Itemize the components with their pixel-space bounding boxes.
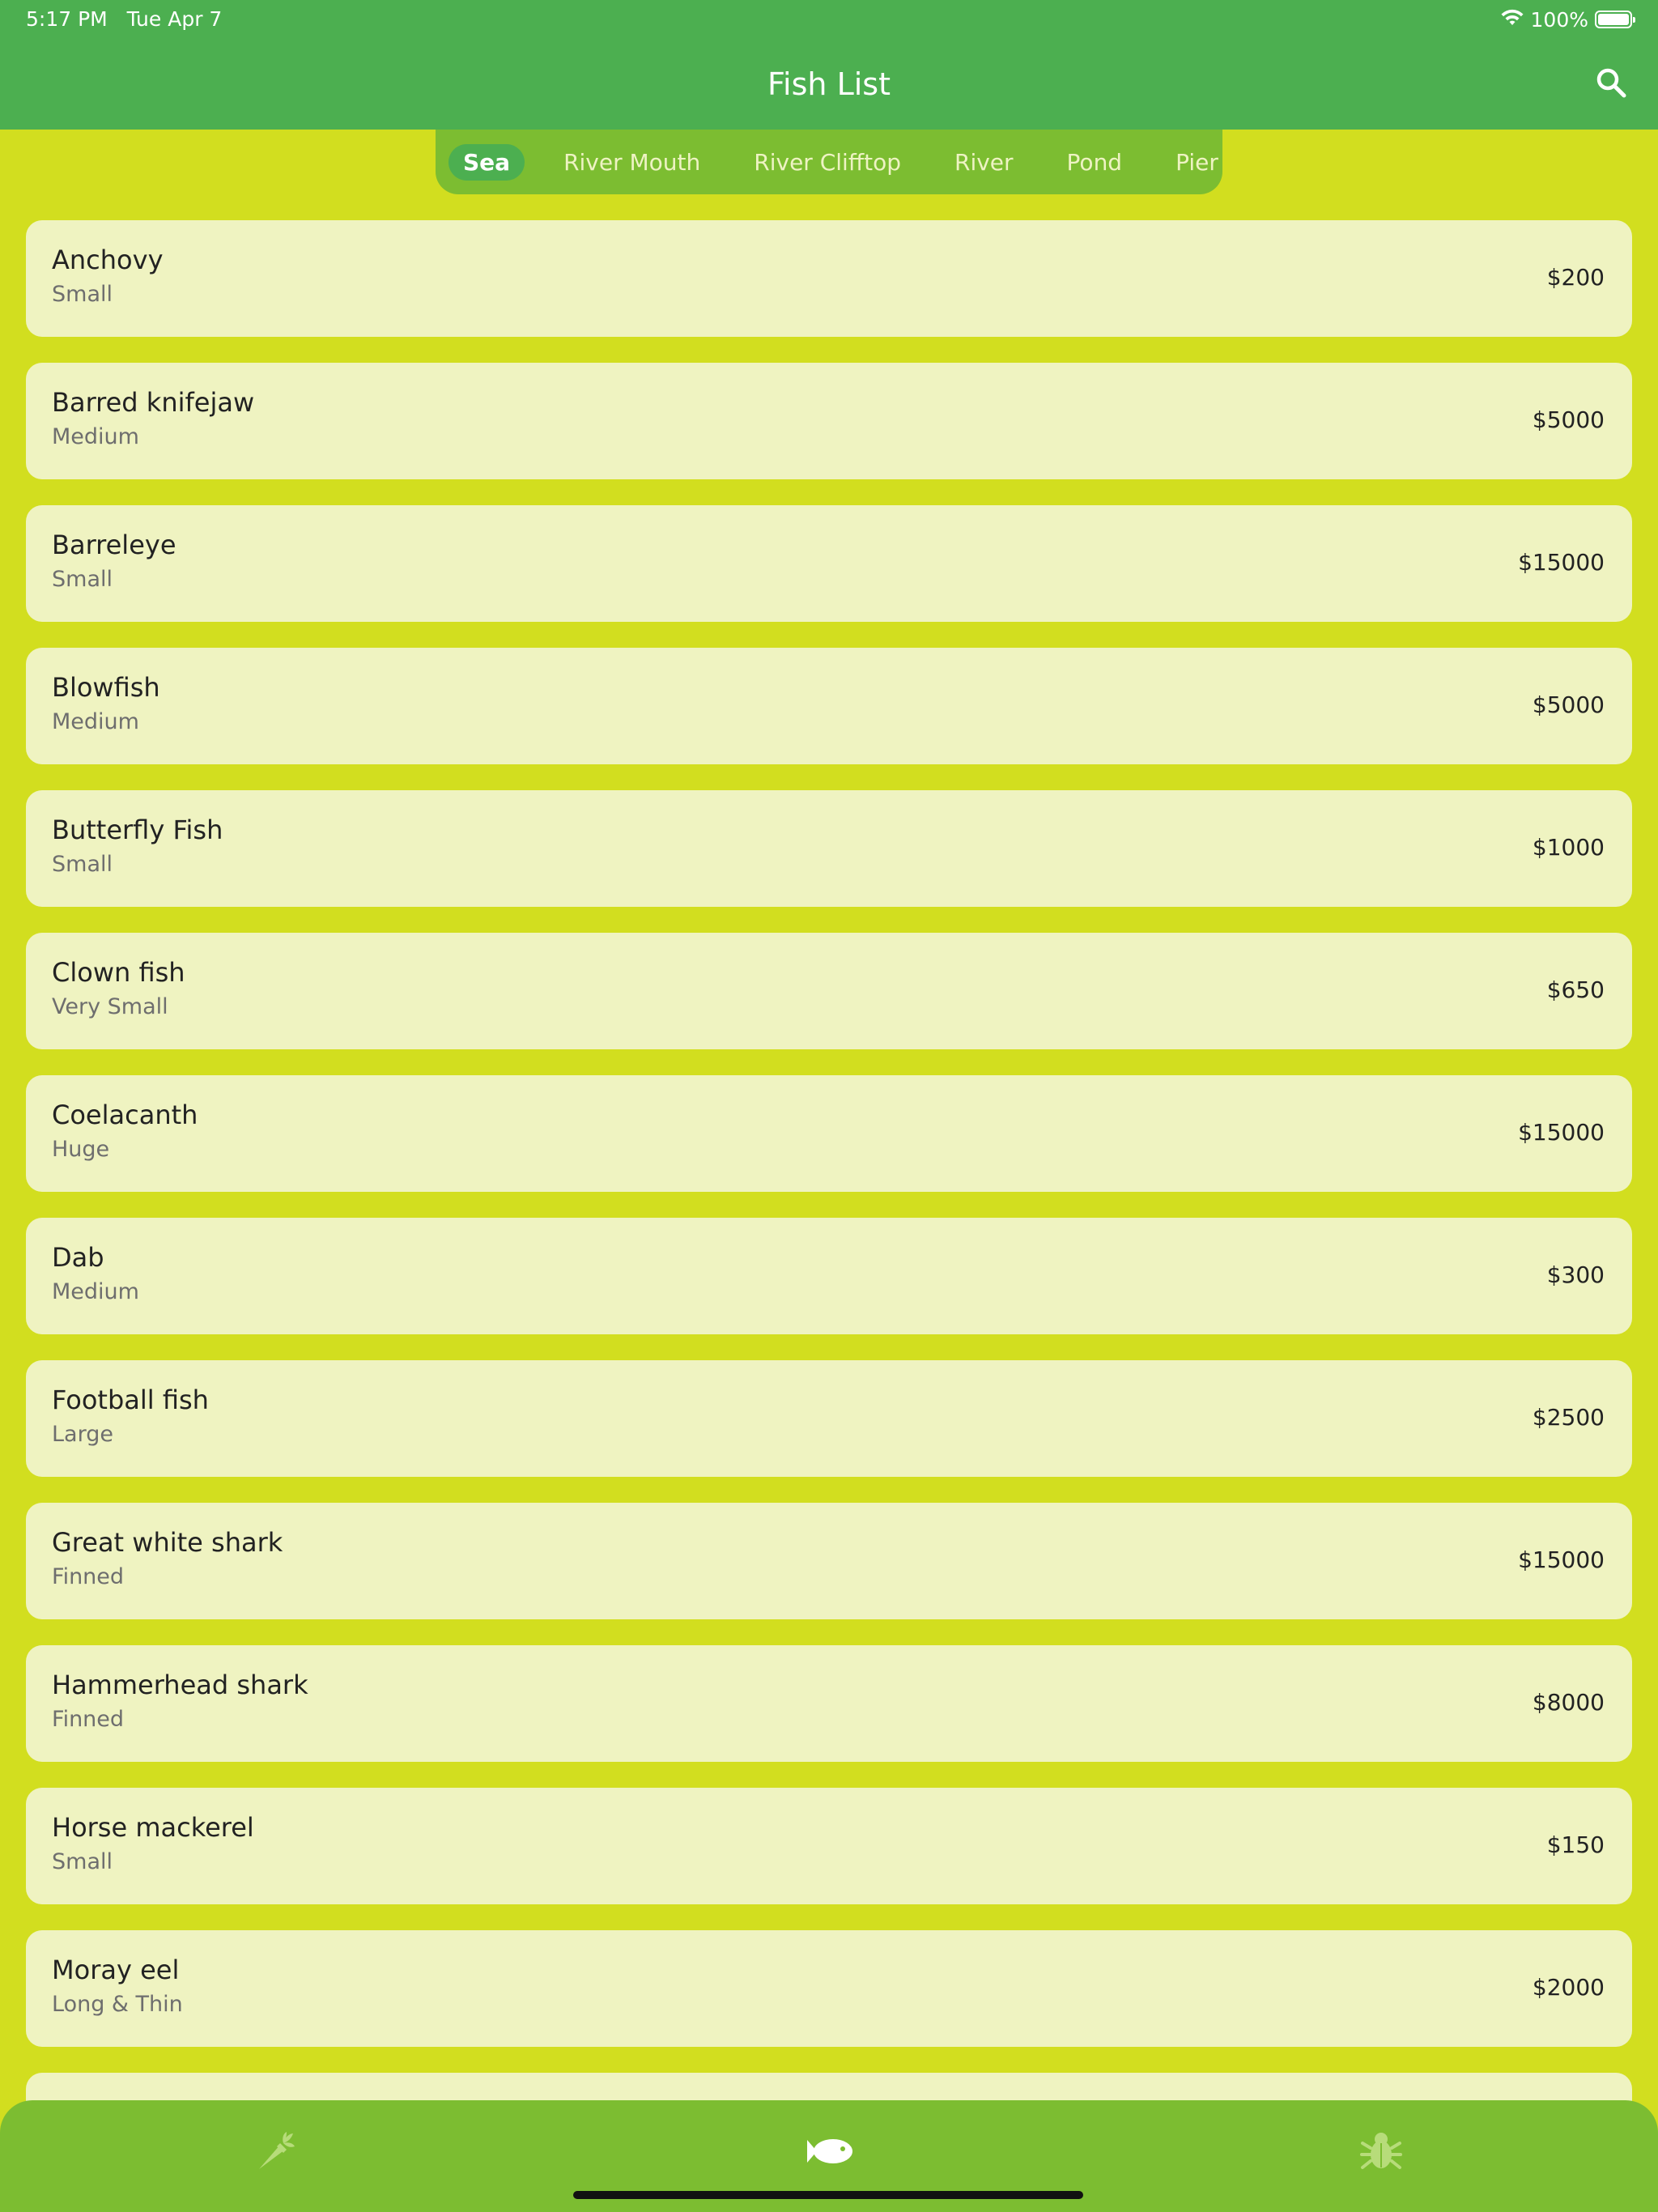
fish-price: $15000 [1518,549,1605,576]
status-date: Tue Apr 7 [126,7,223,31]
fish-size: Finned [52,1707,125,1732]
fish-size: Large [52,1422,113,1447]
fish-name: Anchovy [52,245,164,275]
fish-size: Medium [52,424,139,449]
fish-size: Huge [52,1137,110,1162]
fish-price: $300 [1546,1261,1605,1288]
fish-price: $650 [1546,976,1605,1003]
fish-price: $5000 [1532,691,1605,718]
fish-price: $15000 [1518,1119,1605,1146]
fish-name: Blowfish [52,672,160,703]
tab-pond[interactable]: Pond [1052,144,1137,181]
location-tabs: Sea River Mouth River Clifftop River Pond Pie… [436,130,1222,194]
fish-price: $8000 [1532,1689,1605,1716]
fish-icon [804,2135,854,2171]
fish-list-item[interactable]: Anchovy Small $200 [26,220,1632,337]
fish-size: Long & Thin [52,1992,183,2017]
fish-list-item[interactable]: Hammerhead shark Finned $8000 [26,1645,1632,1762]
app-screen: 5:17 PM Tue Apr 7 100% Fish List Sea Riv… [0,0,1658,2212]
fish-name: Hammerhead shark [52,1670,308,1700]
app-header: 5:17 PM Tue Apr 7 100% Fish List [0,0,1658,130]
status-bar-right: 100% [1500,6,1635,32]
fish-name: Dab [52,1242,104,1273]
wifi-icon [1500,8,1524,32]
fish-list-item[interactable]: Moray eel Long & Thin $2000 [26,1930,1632,2047]
fish-name: Great white shark [52,1527,283,1558]
fish-list-item[interactable]: Great white shark Finned $15000 [26,1503,1632,1619]
fish-list-item[interactable]: Barreleye Small $15000 [26,505,1632,622]
status-time: 5:17 PM [26,7,108,31]
bug-icon [1358,2129,1404,2177]
bottom-nav [0,2100,1658,2212]
nav-vegetables[interactable] [243,2125,308,2181]
search-icon [1595,66,1627,102]
fish-list-item[interactable]: Blowfish Medium $5000 [26,648,1632,764]
fish-price: $5000 [1532,406,1605,433]
fish-list-item[interactable]: Coelacanth Huge $15000 [26,1075,1632,1192]
nav-fish[interactable] [797,2125,861,2181]
fish-name: Butterfly Fish [52,815,223,845]
fish-size: Small [52,852,113,877]
fish-list-item[interactable]: Horse mackerel Small $150 [26,1788,1632,1904]
status-bar-time: 5:17 PM Tue Apr 7 [26,6,222,32]
fish-price: $1000 [1532,834,1605,861]
fish-list-item[interactable]: Dab Medium $300 [26,1218,1632,1334]
fish-size: Finned [52,1564,125,1589]
fish-price: $2500 [1532,1404,1605,1431]
fish-size: Small [52,567,113,592]
fish-list-item[interactable]: Barred knifejaw Medium $5000 [26,363,1632,479]
tab-river[interactable]: River [940,144,1028,181]
fish-size: Small [52,282,113,307]
fish-size: Medium [52,709,139,734]
fish-price: $15000 [1518,1546,1605,1573]
battery-icon [1595,11,1635,28]
fish-price: $200 [1546,264,1605,291]
fish-size: Very Small [52,994,168,1019]
page-title: Fish List [767,66,891,102]
fish-price: $150 [1546,1831,1605,1858]
fish-name: Horse mackerel [52,1812,254,1843]
nav-bugs[interactable] [1349,2125,1414,2181]
tab-sea[interactable]: Sea [449,143,525,181]
fish-name: Football fish [52,1385,209,1415]
home-indicator[interactable] [573,2191,1083,2199]
fish-name: Moray eel [52,1955,180,1985]
fish-list-item[interactable]: Clown fish Very Small $650 [26,933,1632,1049]
fish-list-item[interactable]: Football fish Large $2500 [26,1360,1632,1477]
fish-name: Clown fish [52,957,185,988]
fish-size: Small [52,1849,113,1874]
battery-percent: 100% [1530,7,1588,32]
fish-size: Medium [52,1279,139,1304]
fish-list-item[interactable]: Butterfly Fish Small $1000 [26,790,1632,907]
fish-list: Anchovy Small $200 Barred knifejaw Medium $50… [26,220,1632,2212]
tab-river-mouth[interactable]: River Mouth [549,144,715,181]
fish-name: Coelacanth [52,1100,198,1130]
tab-river-clifftop[interactable]: River Clifftop [739,144,916,181]
fish-name: Barreleye [52,530,176,560]
tab-pier[interactable]: Pier [1161,144,1233,181]
fish-price: $2000 [1532,1974,1605,2001]
carrot-icon [253,2129,298,2177]
fish-name: Barred knifejaw [52,387,255,418]
search-button[interactable] [1590,63,1632,105]
